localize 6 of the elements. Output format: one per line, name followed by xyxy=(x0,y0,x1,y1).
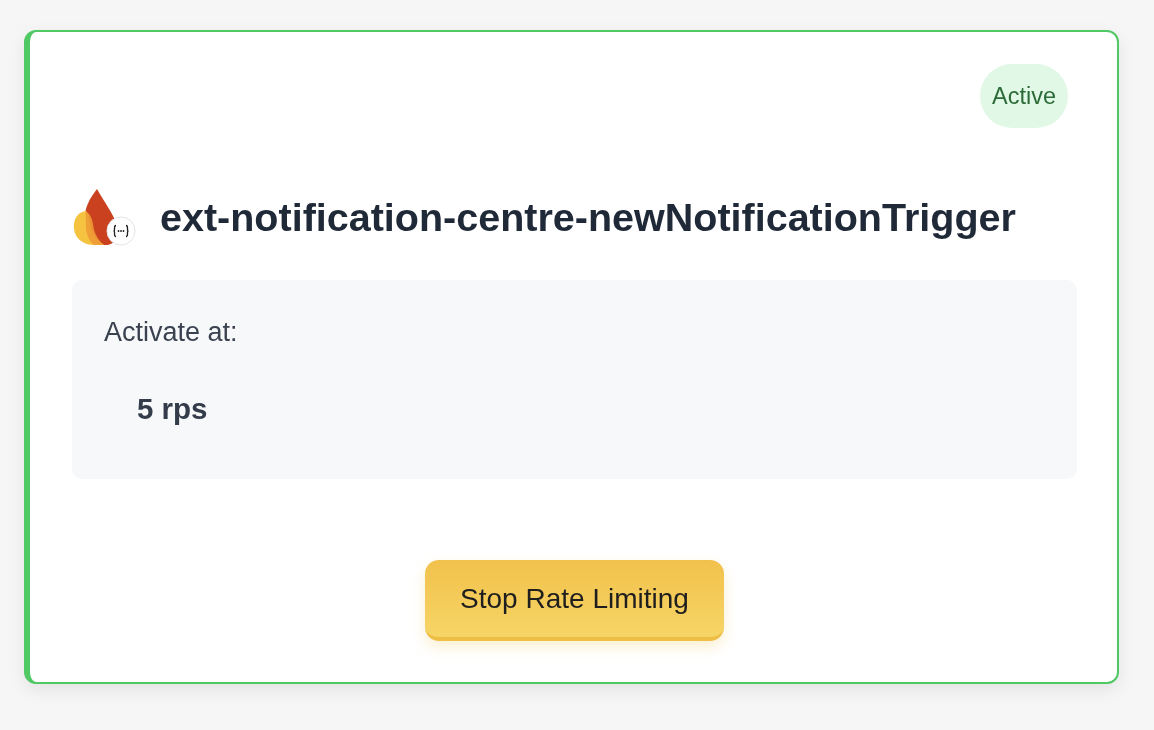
flame-icon xyxy=(72,187,136,246)
stop-rate-limiting-button[interactable]: Stop Rate Limiting xyxy=(425,560,724,641)
threshold-label: Activate at: xyxy=(104,316,238,348)
status-badge: Active xyxy=(980,64,1068,128)
threshold-value: 5 rps xyxy=(137,391,208,426)
function-name: ext-notification-centre-newNotificationTrigger xyxy=(160,193,1016,240)
